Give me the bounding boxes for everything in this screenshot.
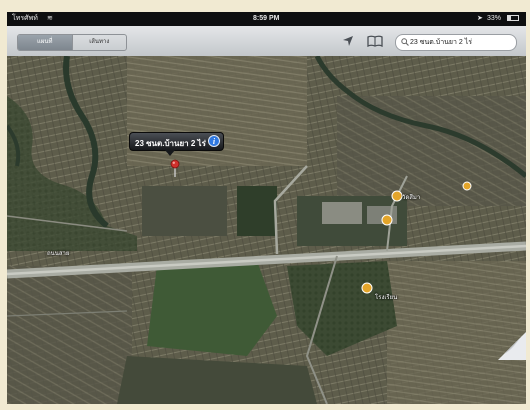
battery-icon xyxy=(507,15,519,21)
satellite-map[interactable] xyxy=(7,56,526,404)
map-label: ถนนสาย xyxy=(47,251,70,257)
wifi-icon: ≋ xyxy=(47,15,53,22)
map-pin-icon[interactable] xyxy=(170,159,180,177)
battery-percent: 33% xyxy=(487,15,502,22)
search-value: 23 ซนต.บ้านยา 2 ไร่ xyxy=(410,39,473,46)
segment-directions[interactable]: เส้นทาง xyxy=(71,35,127,50)
status-time: 8:59 PM xyxy=(253,15,280,22)
maps-toolbar: แผนที่ เส้นทาง 23 ซนต.บ้านยา 2 ไร่ xyxy=(7,26,526,57)
map-label: โรงเรียน xyxy=(375,295,398,301)
search-input[interactable]: 23 ซนต.บ้านยา 2 ไร่ xyxy=(395,34,517,51)
view-segmented-control: แผนที่ เส้นทาง xyxy=(17,34,127,51)
carrier-label: โทรศัพท์ xyxy=(12,15,38,22)
status-bar: โทรศัพท์ ≋ 8:59 PM ➤ 33% xyxy=(7,12,526,26)
location-status-icon: ➤ xyxy=(477,15,483,22)
callout-tail xyxy=(165,150,175,156)
ipad-screen: โทรศัพท์ ≋ 8:59 PM ➤ 33% แผนที่ เส้นทาง … xyxy=(7,12,526,404)
page-curl-icon[interactable] xyxy=(498,332,526,360)
segment-map[interactable]: แผนที่ xyxy=(18,35,72,50)
callout-title: 23 ซนต.บ้านยา 2 ไร่ xyxy=(135,139,206,148)
info-icon[interactable]: i xyxy=(208,135,220,147)
location-arrow-icon[interactable] xyxy=(342,35,354,47)
search-icon xyxy=(401,38,409,46)
map-label: วัดสีมา xyxy=(402,195,421,201)
pin-callout[interactable]: 23 ซนต.บ้านยา 2 ไร่ i xyxy=(129,132,224,151)
bookmarks-icon[interactable] xyxy=(367,35,383,47)
